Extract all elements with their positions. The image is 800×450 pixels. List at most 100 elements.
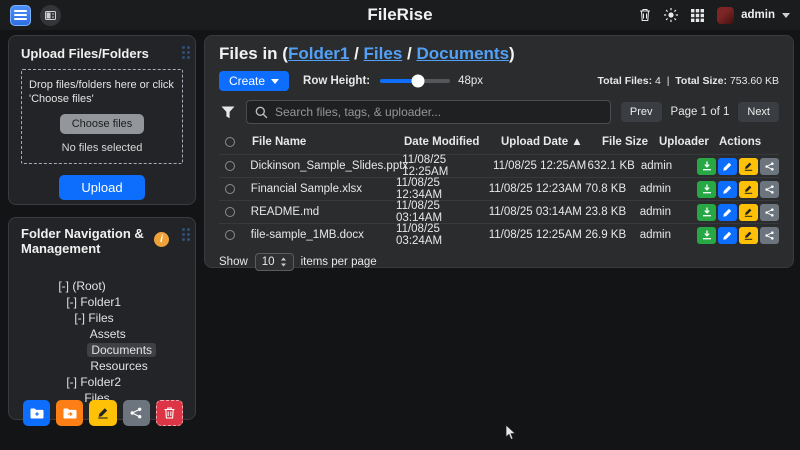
share-button[interactable]: [760, 204, 779, 221]
chevron-down-icon: [271, 79, 279, 84]
download-icon: [702, 207, 712, 217]
slider-thumb[interactable]: [411, 75, 424, 88]
column-header-file-size[interactable]: File Size: [602, 136, 659, 148]
edit-button[interactable]: [718, 181, 737, 198]
search-group: [246, 100, 611, 124]
tree-toggle[interactable]: [-]: [74, 311, 88, 325]
edit-button[interactable]: [718, 204, 737, 221]
rename-button[interactable]: [739, 227, 758, 244]
breadcrumb-documents[interactable]: Documents: [416, 44, 509, 63]
column-header-date-modified[interactable]: Date Modified: [404, 136, 501, 148]
tree-folder-label[interactable]: Resources: [90, 359, 147, 373]
download-icon: [702, 161, 712, 171]
breadcrumb-folder1[interactable]: Folder1: [288, 44, 349, 63]
file-size: 26.9 KB: [585, 229, 639, 241]
tree-folder-label[interactable]: Documents: [87, 343, 156, 357]
search-input[interactable]: [275, 105, 602, 119]
file-name[interactable]: README.md: [251, 206, 396, 218]
info-icon[interactable]: i: [154, 232, 169, 247]
row-height-label: Row Height:: [303, 75, 370, 87]
view-toggle-button[interactable]: [40, 5, 61, 26]
breadcrumb-files[interactable]: Files: [364, 44, 403, 63]
hamburger-icon: [14, 10, 27, 12]
share-button[interactable]: [760, 158, 779, 175]
theme-toggle-button[interactable]: [664, 8, 678, 22]
download-button[interactable]: [697, 181, 716, 198]
share-button[interactable]: [760, 181, 779, 198]
date-modified: 11/08/25 12:25AM: [402, 154, 493, 178]
share-icon: [765, 208, 774, 217]
tree-toggle[interactable]: [-]: [66, 375, 80, 389]
tree-folder-label[interactable]: (Root): [72, 279, 105, 293]
column-header-uploader[interactable]: Uploader: [659, 136, 719, 148]
download-button[interactable]: [697, 204, 716, 221]
file-name[interactable]: file-sample_1MB.docx: [251, 229, 396, 241]
rename-button[interactable]: [739, 204, 758, 221]
table-row[interactable]: Financial Sample.xlsx 11/08/25 12:34AM 1…: [219, 177, 779, 200]
filter-button[interactable]: [219, 106, 237, 119]
page-title: Files in (Folder1 / Files / Documents): [219, 44, 779, 64]
prev-page-button[interactable]: Prev: [621, 102, 662, 122]
tree-folder-label[interactable]: Folder1: [80, 295, 121, 309]
tree-toggle[interactable]: [-]: [58, 279, 72, 293]
rename-folder-button[interactable]: [89, 400, 116, 426]
chevron-down-icon: [782, 13, 790, 18]
table-row[interactable]: file-sample_1MB.docx 11/08/25 03:24AM 11…: [219, 223, 779, 246]
items-per-page-select[interactable]: 10: [255, 253, 294, 271]
pencil-icon: [97, 407, 109, 419]
table-row[interactable]: Dickinson_Sample_Slides.pptx 11/08/25 12…: [219, 154, 779, 177]
row-checkbox[interactable]: [225, 230, 235, 240]
edit-button[interactable]: [718, 158, 737, 175]
row-actions: [697, 204, 779, 221]
row-checkbox[interactable]: [225, 207, 235, 217]
pencil-icon: [723, 208, 732, 217]
pencil-underline-icon: [744, 162, 753, 171]
user-name: admin: [741, 9, 775, 21]
column-header-upload-date[interactable]: Upload Date ▲: [501, 136, 602, 148]
rename-button[interactable]: [739, 158, 758, 175]
tree-folder-label[interactable]: Folder2: [80, 375, 121, 389]
share-icon: [765, 162, 774, 171]
column-header-file-name[interactable]: File Name: [252, 136, 404, 148]
rename-button[interactable]: [739, 181, 758, 198]
download-button[interactable]: [697, 227, 716, 244]
dropzone[interactable]: Drop files/folders here or click 'Choose…: [21, 69, 183, 164]
row-checkbox[interactable]: [225, 184, 235, 194]
folder-move-icon: [63, 408, 77, 419]
date-modified: 11/08/25 12:34AM: [396, 177, 489, 201]
row-checkbox[interactable]: [225, 161, 235, 171]
mouse-cursor: [505, 424, 517, 441]
share-icon: [130, 407, 142, 419]
select-all-checkbox[interactable]: [225, 137, 235, 147]
move-folder-button[interactable]: [56, 400, 83, 426]
apps-grid-button[interactable]: [691, 9, 704, 22]
share-button[interactable]: [760, 227, 779, 244]
file-name[interactable]: Financial Sample.xlsx: [251, 183, 396, 195]
user-menu-button[interactable]: [788, 13, 790, 18]
next-page-button[interactable]: Next: [738, 102, 779, 122]
choose-files-button[interactable]: Choose files: [60, 114, 145, 134]
delete-folder-button[interactable]: [156, 400, 183, 426]
create-folder-button[interactable]: [23, 400, 50, 426]
menu-button[interactable]: [10, 5, 31, 26]
row-actions: [697, 158, 779, 175]
delete-trash-button[interactable]: [639, 8, 651, 22]
download-icon: [702, 184, 712, 194]
create-button[interactable]: Create: [219, 71, 289, 91]
tree-item[interactable]: [-] (Root): [21, 262, 183, 278]
tree-toggle[interactable]: [-]: [66, 295, 80, 309]
edit-button[interactable]: [718, 227, 737, 244]
dropzone-text: Drop files/folders here or click 'Choose…: [29, 78, 175, 106]
row-height-slider[interactable]: [380, 79, 450, 83]
file-name[interactable]: Dickinson_Sample_Slides.pptx: [250, 160, 402, 172]
drag-handle-icon[interactable]: [182, 228, 185, 231]
share-folder-button[interactable]: [123, 400, 150, 426]
table-row[interactable]: README.md 11/08/25 03:14AM 11/08/25 03:1…: [219, 200, 779, 223]
drag-handle-icon[interactable]: [182, 46, 185, 49]
uploader: admin: [640, 229, 697, 241]
upload-button[interactable]: Upload: [59, 175, 144, 200]
download-button[interactable]: [697, 158, 716, 175]
avatar[interactable]: [717, 7, 734, 24]
tree-folder-label[interactable]: Files: [88, 311, 113, 325]
tree-folder-label[interactable]: Assets: [90, 327, 126, 341]
